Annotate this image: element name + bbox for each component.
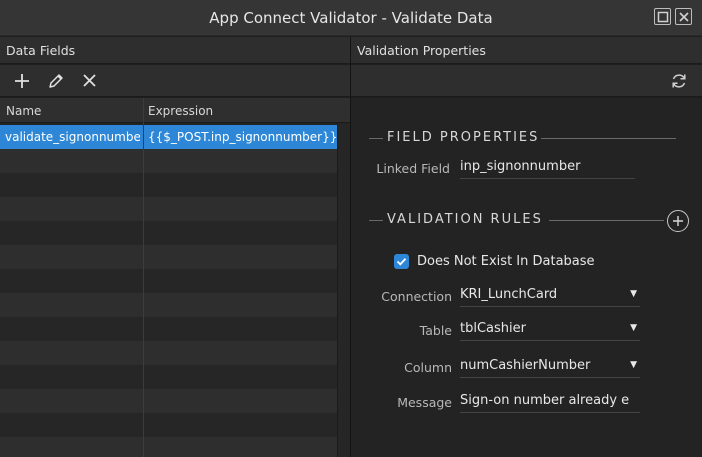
column-separator[interactable] xyxy=(143,98,144,457)
table-row-empty xyxy=(0,197,337,221)
table-select[interactable]: tblCashier ▼ xyxy=(460,319,640,341)
linked-field-label: Linked Field xyxy=(376,161,450,176)
column-select[interactable]: numCashierNumber ▼ xyxy=(460,356,640,378)
column-label: Column xyxy=(404,360,452,375)
maximize-icon[interactable] xyxy=(654,8,671,25)
chevron-down-icon: ▼ xyxy=(630,323,637,333)
column-header-name[interactable]: Name xyxy=(6,104,41,118)
table-scrollbar[interactable] xyxy=(337,124,350,457)
column-value: numCashierNumber xyxy=(460,358,591,373)
window-title: App Connect Validator - Validate Data xyxy=(209,9,493,27)
data-fields-header: Data Fields xyxy=(0,37,350,64)
refresh-icon[interactable] xyxy=(669,71,689,91)
section-rule xyxy=(369,138,383,139)
validation-properties-header: Validation Properties xyxy=(351,37,702,64)
message-label: Message xyxy=(397,395,452,410)
field-properties-title: FIELD PROPERTIES xyxy=(387,130,540,145)
data-fields-toolbar xyxy=(0,65,350,97)
table-row-empty xyxy=(0,221,337,245)
table-row-empty xyxy=(0,389,337,413)
delete-x-icon[interactable] xyxy=(80,71,100,91)
column-header-expression[interactable]: Expression xyxy=(148,104,213,118)
section-rule xyxy=(549,220,664,221)
chevron-down-icon: ▼ xyxy=(630,289,637,299)
add-circle-icon[interactable] xyxy=(667,210,689,232)
edit-pencil-icon[interactable] xyxy=(46,71,66,91)
table-header: Name Expression xyxy=(0,98,350,123)
table-row-empty xyxy=(0,245,337,269)
table-row-empty xyxy=(0,317,337,341)
rule-checkbox[interactable] xyxy=(394,254,409,269)
row-expression: {{$_POST.inp_signonnumber}} xyxy=(148,130,336,144)
properties-panel: FIELD PROPERTIES Linked Field inp_signon… xyxy=(351,98,702,457)
table-row[interactable]: validate_signonnumber {{$_POST.inp_signo… xyxy=(0,125,337,149)
table-row-empty xyxy=(0,293,337,317)
table-value: tblCashier xyxy=(460,321,526,336)
connection-label: Connection xyxy=(381,289,452,304)
connection-select[interactable]: KRI_LunchCard ▼ xyxy=(460,285,640,307)
table-row-empty xyxy=(0,437,337,457)
table-row-empty xyxy=(0,269,337,293)
table-row-empty xyxy=(0,341,337,365)
validation-rules-title: VALIDATION RULES xyxy=(387,212,543,227)
data-fields-table: Name Expression validate_signonnumber {{… xyxy=(0,98,350,457)
validation-properties-toolbar xyxy=(351,65,702,97)
message-input[interactable]: Sign-on number already e xyxy=(460,391,640,413)
linked-field-input[interactable]: inp_signonnumber xyxy=(460,157,635,179)
table-row-empty xyxy=(0,173,337,197)
close-icon[interactable] xyxy=(675,8,692,25)
rule-label[interactable]: Does Not Exist In Database xyxy=(417,254,595,269)
chevron-down-icon: ▼ xyxy=(630,360,637,370)
table-row-empty xyxy=(0,365,337,389)
connection-value: KRI_LunchCard xyxy=(460,287,558,302)
section-rule xyxy=(369,220,383,221)
section-rule xyxy=(541,138,676,139)
row-name: validate_signonnumber xyxy=(5,130,140,144)
window-titlebar: App Connect Validator - Validate Data xyxy=(0,0,702,36)
table-row-empty xyxy=(0,149,337,173)
table-row-empty xyxy=(0,413,337,437)
add-icon[interactable] xyxy=(12,71,32,91)
table-label: Table xyxy=(419,323,452,338)
